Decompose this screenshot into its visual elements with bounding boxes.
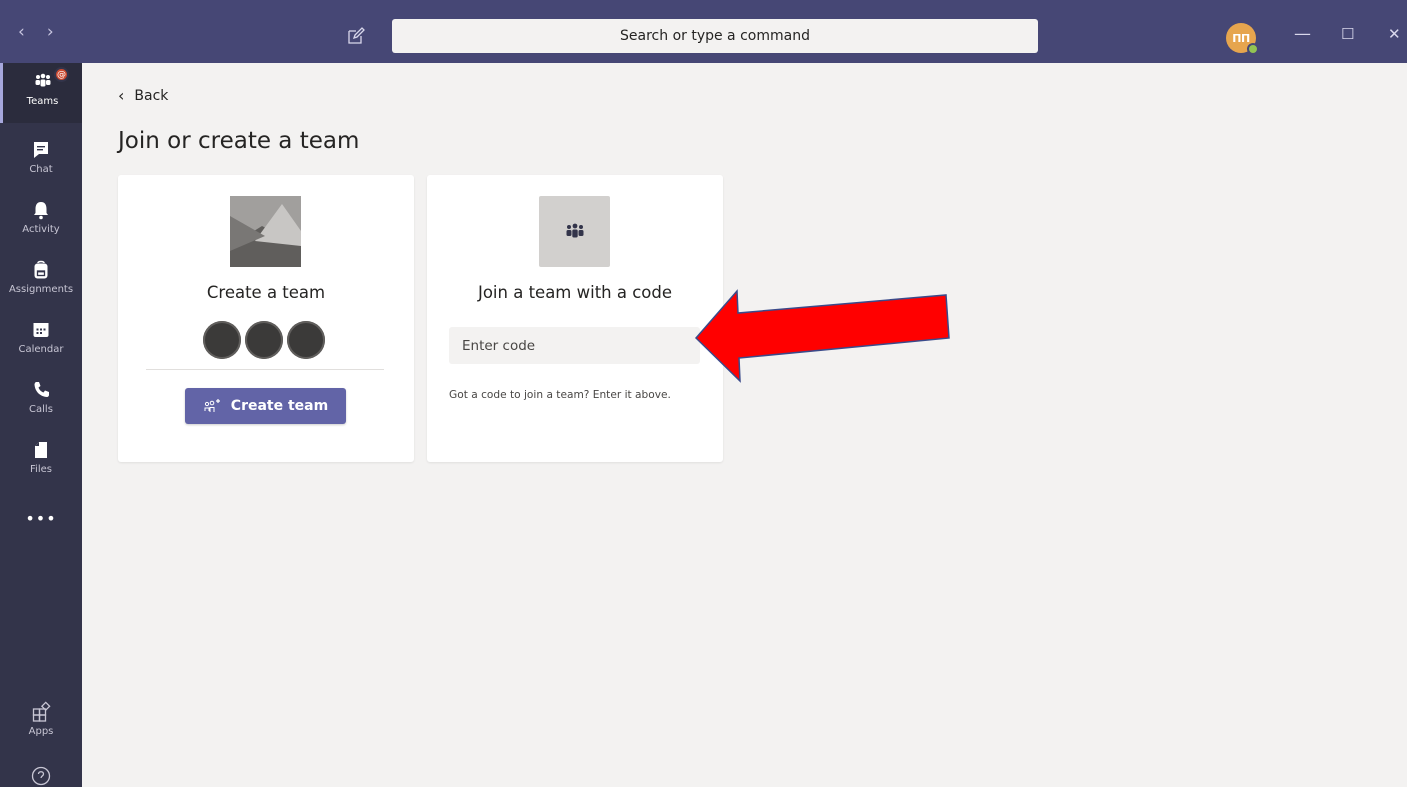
title-bar: ‹ › Search or type a command ПП — ☐ ✕ [0, 0, 1407, 63]
rail-item-teams[interactable]: @ Teams [0, 63, 82, 123]
rail-label: Assignments [8, 284, 74, 295]
forward-arrow-icon[interactable]: › [47, 22, 54, 42]
join-team-card: Join a team with a code Got a code to jo… [427, 175, 723, 462]
avatar [245, 321, 283, 359]
close-icon[interactable]: ✕ [1388, 24, 1401, 44]
join-team-title: Join a team with a code [477, 283, 673, 302]
join-hint: Got a code to join a team? Enter it abov… [449, 389, 671, 401]
rail-label: Activity [22, 224, 60, 235]
join-team-image [539, 196, 610, 267]
backpack-icon [34, 260, 48, 279]
search-placeholder: Search or type a command [620, 28, 810, 44]
teams-icon [566, 223, 583, 237]
rail-item-more[interactable]: ••• [0, 509, 82, 545]
avatar [287, 321, 325, 359]
rail-item-calendar[interactable]: Calendar [0, 311, 82, 371]
avatar-initials: ПП [1232, 31, 1250, 45]
team-code-input[interactable] [449, 327, 700, 364]
chat-icon [34, 142, 48, 158]
calendar-icon [33, 323, 49, 337]
mention-badge: @ [54, 67, 69, 82]
rail-label: Teams [26, 96, 59, 107]
rail-label: Apps [28, 726, 54, 737]
rail-item-chat[interactable]: Chat [0, 131, 82, 191]
maximize-icon[interactable]: ☐ [1341, 24, 1354, 44]
phone-icon [34, 382, 49, 397]
apps-icon [32, 701, 51, 722]
back-link[interactable]: ‹ Back [118, 86, 168, 105]
member-avatars [203, 321, 325, 359]
help-icon [31, 766, 51, 786]
create-team-button[interactable]: Create team [185, 388, 346, 424]
rail-item-calls[interactable]: Calls [0, 371, 82, 431]
rail-label: Files [30, 464, 52, 475]
divider [146, 369, 384, 370]
search-input[interactable]: Search or type a command [392, 19, 1038, 53]
rail-item-apps[interactable]: Apps [0, 693, 82, 753]
page-title: Join or create a team [118, 128, 360, 154]
create-team-title: Create a team [206, 283, 326, 302]
app-bar: @ Teams Chat Activity Assignments Calend… [0, 63, 82, 787]
back-arrow-icon[interactable]: ‹ [18, 22, 25, 42]
rail-label: Chat [29, 164, 53, 175]
rail-item-help[interactable] [0, 757, 82, 787]
presence-available-icon [1247, 43, 1259, 55]
avatar [203, 321, 241, 359]
create-team-label: Create team [230, 398, 329, 414]
compose-icon[interactable] [347, 27, 365, 45]
more-icon: ••• [25, 509, 57, 528]
back-label: Back [134, 87, 169, 104]
rail-item-activity[interactable]: Activity [0, 191, 82, 251]
rail-label: Calls [29, 404, 53, 415]
annotation-arrow-icon [694, 289, 950, 383]
history-nav: ‹ › [18, 22, 54, 42]
minimize-icon[interactable]: — [1294, 24, 1311, 44]
add-people-icon [204, 399, 220, 412]
image-placeholder-icon [230, 196, 301, 267]
rail-label: Calendar [18, 344, 64, 355]
rail-item-assignments[interactable]: Assignments [0, 251, 82, 311]
bell-icon [34, 202, 48, 220]
file-icon [35, 442, 47, 458]
chevron-left-icon: ‹ [118, 86, 125, 105]
create-team-card[interactable]: Create a team Create team [118, 175, 414, 462]
rail-item-files[interactable]: Files [0, 431, 82, 491]
teams-icon [35, 73, 50, 87]
